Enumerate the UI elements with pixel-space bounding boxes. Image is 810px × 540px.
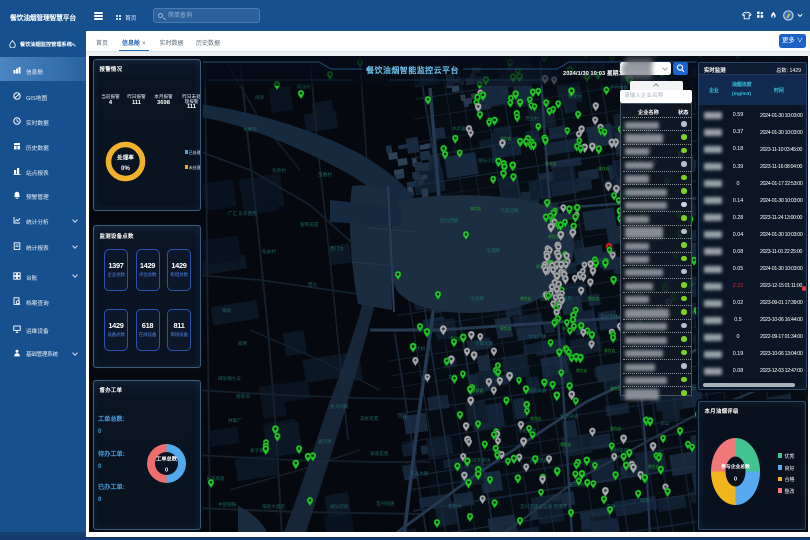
svg-text:紫云天成: 紫云天成 — [560, 413, 579, 420]
svg-text:美枕花苑: 美枕花苑 — [360, 415, 379, 422]
svg-text:久光大厦: 久光大厦 — [410, 470, 429, 477]
svg-text:0: 0 — [734, 477, 737, 483]
svg-text:餐饮店: 餐饮店 — [560, 442, 572, 447]
svg-text:东山: 东山 — [660, 420, 670, 427]
svg-text:城南: 城南 — [640, 497, 650, 504]
svg-text:邮泉镇九号: 邮泉镇九号 — [218, 375, 241, 382]
svg-text:星大同路: 星大同路 — [330, 403, 349, 410]
svg-text:氿滨北路: 氿滨北路 — [500, 207, 519, 214]
svg-text:工单总数: 工单总数 — [156, 455, 178, 463]
svg-text:0%: 0% — [121, 166, 130, 172]
svg-text:大树: 大树 — [416, 345, 426, 352]
svg-text:叙伦大厦: 叙伦大厦 — [528, 387, 547, 394]
svg-text:关于桥: 关于桥 — [250, 447, 264, 454]
svg-text:德家坝: 德家坝 — [236, 393, 250, 400]
svg-text:参与企业总数: 参与企业总数 — [721, 463, 750, 470]
svg-text:中国钢铁: 中国钢铁 — [218, 501, 237, 508]
svg-text:和桥大: 和桥大 — [448, 503, 462, 510]
svg-text:0: 0 — [164, 468, 167, 474]
svg-text:文峰大厦: 文峰大厦 — [475, 340, 494, 347]
svg-text:餐饮店: 餐饮店 — [598, 166, 610, 171]
svg-text:文化广场: 文化广场 — [528, 333, 547, 340]
svg-text:团氿西路: 团氿西路 — [440, 217, 459, 224]
svg-text:湖光小区: 湖光小区 — [478, 157, 497, 164]
svg-text:泰欣花苑: 泰欣花苑 — [370, 450, 389, 457]
svg-text:茂业村: 茂业村 — [525, 115, 539, 122]
svg-text:餐饮店: 餐饮店 — [530, 416, 542, 421]
svg-text:餐饮店: 餐饮店 — [520, 296, 532, 301]
svg-text:餐饮店: 餐饮店 — [610, 426, 622, 431]
svg-text:蠡河路: 蠡河路 — [318, 438, 332, 445]
svg-text:氿北路: 氿北路 — [470, 295, 484, 302]
svg-text:河路: 河路 — [398, 413, 408, 420]
svg-text:餐饮店: 餐饮店 — [576, 368, 588, 373]
svg-text:阳羡茶场: 阳羡茶场 — [472, 457, 491, 464]
svg-text:紫荆花园: 紫荆花园 — [300, 221, 319, 228]
svg-text:钢泉: 钢泉 — [222, 307, 232, 314]
svg-text:任泉村: 任泉村 — [262, 248, 276, 255]
svg-text:餐饮店: 餐饮店 — [470, 206, 482, 211]
svg-text:处理率: 处理率 — [116, 153, 134, 161]
svg-text:宜兴圆通: 宜兴圆通 — [376, 500, 395, 507]
svg-text:阳泉大酒店: 阳泉大酒店 — [262, 503, 285, 510]
svg-text:餐饮店: 餐饮店 — [604, 348, 616, 353]
svg-text:宜兴市建设监局 西港苑: 宜兴市建设监局 西港苑 — [520, 503, 568, 510]
svg-text:餐饮店: 餐饮店 — [545, 161, 557, 166]
svg-text:广汇 东水西苑: 广汇 东水西苑 — [228, 210, 257, 217]
svg-text:水云居: 水云居 — [452, 125, 466, 132]
svg-text:苗圃村: 苗圃村 — [318, 171, 332, 178]
svg-text:毛草村: 毛草村 — [272, 167, 286, 174]
svg-text:闲亭: 闲亭 — [255, 94, 265, 101]
svg-text:沧浦路: 沧浦路 — [486, 247, 500, 254]
svg-text:餐饮店: 餐饮店 — [588, 296, 600, 301]
svg-text:西氿: 西氿 — [308, 281, 318, 288]
svg-text:餐饮店: 餐饮店 — [500, 326, 512, 331]
svg-text:西门大: 西门大 — [330, 245, 344, 252]
svg-text:紫荆: 紫荆 — [238, 340, 248, 347]
svg-text:林家厂: 林家厂 — [228, 417, 242, 424]
svg-text:水榭苑: 水榭苑 — [243, 126, 257, 133]
svg-text:湖父印染: 湖父印染 — [330, 503, 349, 510]
